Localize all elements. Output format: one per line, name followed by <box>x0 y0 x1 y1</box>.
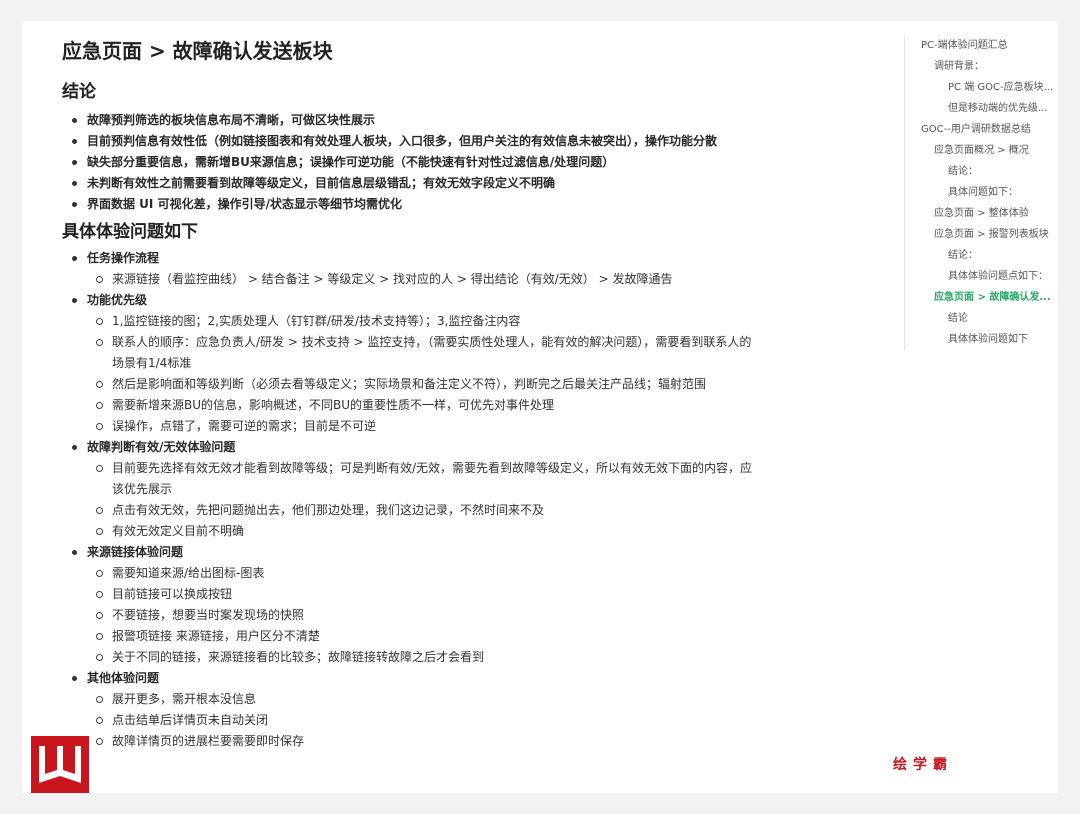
toc-item[interactable]: PC 端 GOC-应急板块... <box>921 77 1058 98</box>
detail-subitem: 不要链接，想要当时案发现场的快照 <box>87 605 762 626</box>
detail-group-label: 任务操作流程 <box>87 251 160 265</box>
detail-subitem: 来源链接（看监控曲线） > 结合备注 > 等级定义 > 找对应的人 > 得出结论… <box>87 269 762 290</box>
detail-subitem: 目前链接可以换成按钮 <box>87 584 762 605</box>
detail-sublist: 来源链接（看监控曲线） > 结合备注 > 等级定义 > 找对应的人 > 得出结论… <box>87 269 762 290</box>
detail-subitem: 然后是影响面和等级判断（必须去看等级定义；实际场景和备注定义不符），判断完之后最… <box>87 374 762 395</box>
detail-subitem: 需要新增来源BU的信息，影响概述，不同BU的重要性质不一样，可优先对事件处理 <box>87 395 762 416</box>
detail-subitem: 1,监控链接的图；2,实质处理人（钉钉群/研发/技术支持等）；3,监控备注内容 <box>87 311 762 332</box>
brand-watermark: 绘学霸 <box>893 757 953 773</box>
conclusion-list: 故障预判筛选的板块信息布局不清晰，可做区块性展示 目前预判信息有效性低（例如链接图… <box>62 110 762 215</box>
table-of-contents: PC-端体验问题汇总 调研背景： PC 端 GOC-应急板块... 但是移动端的优先级… <box>904 35 1058 350</box>
detail-subitem: 故障详情页的进展栏要需要即时保存 <box>87 731 762 752</box>
detail-subitem: 展开更多，需开根本没信息 <box>87 689 762 710</box>
detail-group: 功能优先级 1,监控链接的图；2,实质处理人（钉钉群/研发/技术支持等）；3,监控… <box>62 290 762 437</box>
document-body: 应急页面 > 故障确认发送板块 结论 故障预判筛选的板块信息布局不清晰，可做区块… <box>62 35 762 752</box>
detail-sublist: 1,监控链接的图；2,实质处理人（钉钉群/研发/技术支持等）；3,监控备注内容联… <box>87 311 762 437</box>
toc-item[interactable]: 具体体验问题点如下： <box>921 266 1058 287</box>
detail-heading: 具体体验问题如下 <box>62 222 198 242</box>
toc-item[interactable]: 具体体验问题如下 <box>921 329 1058 350</box>
conclusion-item: 故障预判筛选的板块信息布局不清晰，可做区块性展示 <box>62 110 762 131</box>
detail-sublist: 需要知道来源/给出图标-图表 目前链接可以换成按钮 不要链接，想要当时案发现场的快照… <box>87 563 762 668</box>
detail-group-label: 故障判断有效/无效体验问题 <box>87 440 236 454</box>
detail-subitem: 点击有效无效，先把问题抛出去，他们那边处理，我们这边记录，不然时间来不及 <box>87 500 762 521</box>
detail-group: 来源链接体验问题需要知道来源/给出图标-图表 目前链接可以换成按钮 不要链接，想要当… <box>62 542 762 668</box>
toc-item[interactable]: 结论 <box>921 308 1058 329</box>
toc-item[interactable]: 具体问题如下： <box>921 182 1058 203</box>
toc-item[interactable]: 结论： <box>921 161 1058 182</box>
detail-subitem: 联系人的顺序：应急负责人/研发 > 技术支持 > 监控支持，（需要实质性处理人，… <box>87 332 762 374</box>
stacked-w-logo-icon <box>31 736 89 793</box>
detail-subitem: 误操作，点错了，需要可逆的需求；目前是不可逆 <box>87 416 762 437</box>
toc-item[interactable]: 结论： <box>921 245 1058 266</box>
toc-item[interactable]: 应急页面 > 整体体验 <box>921 203 1058 224</box>
toc-item[interactable]: 应急页面概况 > 概况 <box>921 140 1058 161</box>
detail-group: 任务操作流程来源链接（看监控曲线） > 结合备注 > 等级定义 > 找对应的人 … <box>62 248 762 290</box>
conclusion-heading: 结论 <box>62 82 96 102</box>
toc-item[interactable]: 调研背景： <box>921 56 1058 77</box>
detail-list: 任务操作流程来源链接（看监控曲线） > 结合备注 > 等级定义 > 找对应的人 … <box>62 248 762 752</box>
toc-item[interactable]: GOC--用户调研数据总结 <box>921 119 1058 140</box>
detail-subitem: 有效无效定义目前不明确 <box>87 521 762 542</box>
logo-mark <box>31 736 89 793</box>
detail-group-label: 来源链接体验问题 <box>87 545 184 559</box>
detail-group: 故障判断有效/无效体验问题目前要先选择有效无效才能看到故障等级；可是判断有效/无… <box>62 437 762 542</box>
toc-item[interactable]: 应急页面 > 报警列表板块 <box>921 224 1058 245</box>
conclusion-item: 缺失部分重要信息，需新增BU来源信息；误操作可逆功能（不能快速有针对性过滤信息/… <box>62 152 762 173</box>
detail-subitem: 关于不同的链接，来源链接看的比较多；故障链接转故障之后才会看到 <box>87 647 762 668</box>
detail-group-label: 功能优先级 <box>87 293 148 307</box>
page-title: 应急页面 > 故障确认发送板块 <box>62 39 333 63</box>
document-page: 应急页面 > 故障确认发送板块 结论 故障预判筛选的板块信息布局不清晰，可做区块… <box>22 21 1058 793</box>
conclusion-item: 未判断有效性之前需要看到故障等级定义，目前信息层级错乱；有效无效字段定义不明确 <box>62 173 762 194</box>
detail-group-label: 其他体验问题 <box>87 671 160 685</box>
detail-sublist: 展开更多，需开根本没信息 点击结单后详情页未自动关闭 故障详情页的进展栏要需要即时保… <box>87 689 762 752</box>
detail-group: 其他体验问题展开更多，需开根本没信息 点击结单后详情页未自动关闭 故障详情页的进展栏… <box>62 668 762 752</box>
toc-item[interactable]: PC-端体验问题汇总 <box>921 35 1058 56</box>
detail-subitem: 目前要先选择有效无效才能看到故障等级；可是判断有效/无效，需要先看到故障等级定义… <box>87 458 762 500</box>
conclusion-item: 界面数据 UI 可视化差，操作引导/状态显示等细节均需优化 <box>62 194 762 215</box>
detail-sublist: 目前要先选择有效无效才能看到故障等级；可是判断有效/无效，需要先看到故障等级定义… <box>87 458 762 542</box>
toc-item[interactable]: 但是移动端的优先级... <box>921 98 1058 119</box>
conclusion-item: 目前预判信息有效性低（例如链接图表和有效处理人板块，入口很多，但用户关注的有效信… <box>62 131 762 152</box>
detail-subitem: 点击结单后详情页未自动关闭 <box>87 710 762 731</box>
toc-item-active[interactable]: 应急页面 > 故障确认发... <box>921 287 1058 308</box>
detail-subitem: 需要知道来源/给出图标-图表 <box>87 563 762 584</box>
detail-subitem: 报警项链接 来源链接，用户区分不清楚 <box>87 626 762 647</box>
